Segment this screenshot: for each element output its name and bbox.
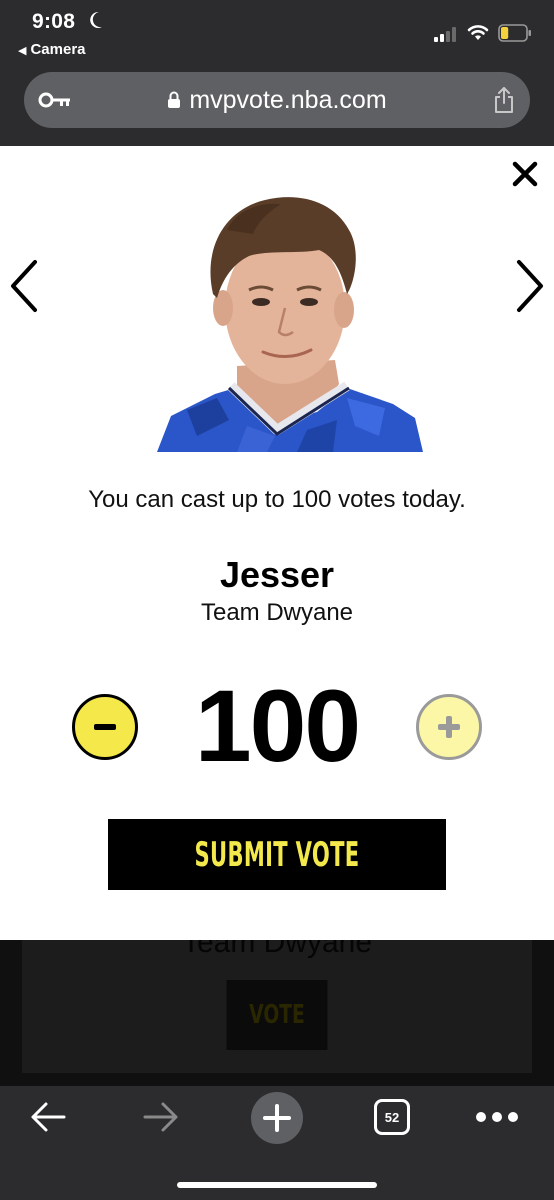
url-text: mvpvote.nba.com bbox=[189, 85, 387, 114]
player-team: Team Dwyane bbox=[200, 599, 354, 626]
player-name: Jesser bbox=[219, 554, 335, 595]
back-app-label: Camera bbox=[30, 41, 86, 58]
browser-address-bar: mvpvote.nba.com bbox=[0, 66, 554, 146]
decrease-votes-button[interactable] bbox=[72, 694, 138, 760]
increase-votes-button[interactable] bbox=[416, 694, 482, 760]
tab-count: 52 bbox=[384, 1109, 400, 1125]
lock-icon bbox=[168, 91, 181, 108]
back-arrow-icon[interactable] bbox=[28, 1100, 68, 1134]
player-photo bbox=[157, 197, 423, 452]
browser-toolbar: 52 bbox=[0, 1086, 554, 1200]
vote-modal: You can cast up to 100 votes today. Jess… bbox=[0, 146, 554, 940]
back-to-app-link[interactable]: ◀ Camera bbox=[18, 41, 86, 58]
chevron-left-icon[interactable] bbox=[8, 259, 40, 313]
submit-vote-label: SUBMIT VOTE bbox=[194, 834, 360, 875]
status-time: 9:08 bbox=[32, 10, 76, 33]
forward-arrow-icon[interactable] bbox=[141, 1100, 181, 1134]
background-page: Team Dwyane VOTE bbox=[0, 940, 554, 1086]
background-team-text: Team Dwyane bbox=[181, 940, 373, 959]
cellular-signal-icon bbox=[434, 26, 460, 42]
moon-icon bbox=[90, 11, 102, 28]
wifi-icon bbox=[467, 25, 489, 40]
submit-vote-button[interactable]: SUBMIT VOTE bbox=[108, 819, 446, 890]
battery-icon bbox=[498, 24, 531, 42]
more-icon[interactable] bbox=[476, 1112, 518, 1122]
share-icon[interactable] bbox=[492, 86, 516, 114]
new-tab-icon[interactable] bbox=[251, 1092, 303, 1144]
background-vote-button: VOTE bbox=[226, 980, 328, 1050]
close-icon[interactable] bbox=[511, 160, 539, 188]
tabs-icon[interactable]: 52 bbox=[374, 1099, 410, 1135]
url-field[interactable]: mvpvote.nba.com bbox=[24, 72, 530, 128]
chevron-right-icon[interactable] bbox=[514, 259, 546, 313]
vote-limit-text: You can cast up to 100 votes today. bbox=[88, 486, 466, 513]
vote-count: 100 bbox=[194, 669, 361, 783]
background-player-card: Team Dwyane VOTE bbox=[22, 940, 532, 1073]
back-triangle-icon: ◀ bbox=[18, 45, 27, 57]
status-bar: 9:08 ◀ Camera bbox=[0, 0, 554, 66]
home-indicator[interactable] bbox=[177, 1182, 377, 1188]
